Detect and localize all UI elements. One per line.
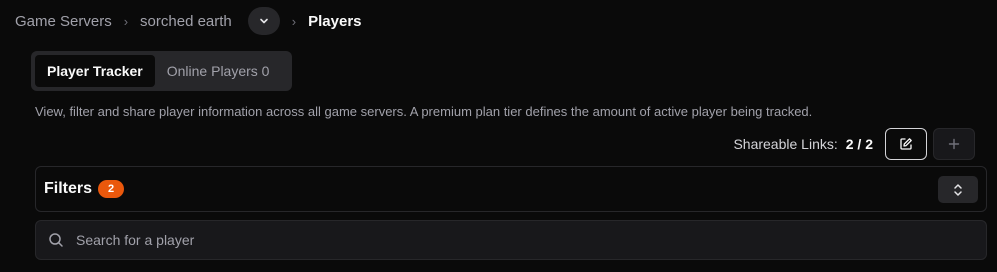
breadcrumb: Game Servers › sorched earth › Players [15, 7, 362, 35]
shareable-links-count: 2 / 2 [845, 136, 873, 152]
search-icon [49, 233, 63, 247]
breadcrumb-separator: › [123, 13, 129, 29]
plus-icon [948, 138, 960, 150]
shareable-links-bar: Shareable Links: 2 / 2 [733, 128, 975, 160]
tab-list: Player Tracker Online Players 0 [31, 51, 292, 91]
filters-count-badge: 2 [98, 180, 125, 198]
chevrons-up-down-icon [954, 183, 962, 196]
breadcrumb-separator: › [291, 13, 297, 29]
breadcrumb-current: Players [308, 12, 362, 30]
add-link-button[interactable] [933, 128, 975, 160]
player-search [35, 220, 987, 260]
breadcrumb-server[interactable]: sorched earth [140, 13, 232, 30]
edit-icon [900, 138, 912, 150]
shareable-links-label: Shareable Links: [733, 136, 838, 152]
filters-toggle-button[interactable] [938, 176, 978, 203]
page-description: View, filter and share player informatio… [35, 104, 813, 119]
server-switcher-button[interactable] [247, 7, 280, 35]
breadcrumb-game-servers[interactable]: Game Servers [15, 13, 112, 30]
chevron-down-icon [259, 18, 268, 24]
tab-player-tracker[interactable]: Player Tracker [35, 55, 155, 87]
search-input[interactable] [76, 232, 956, 248]
tab-online-players[interactable]: Online Players 0 [155, 55, 282, 87]
filters-title: Filters [44, 180, 93, 197]
edit-links-button[interactable] [885, 128, 927, 160]
filters-panel[interactable]: Filters 2 [35, 166, 987, 212]
